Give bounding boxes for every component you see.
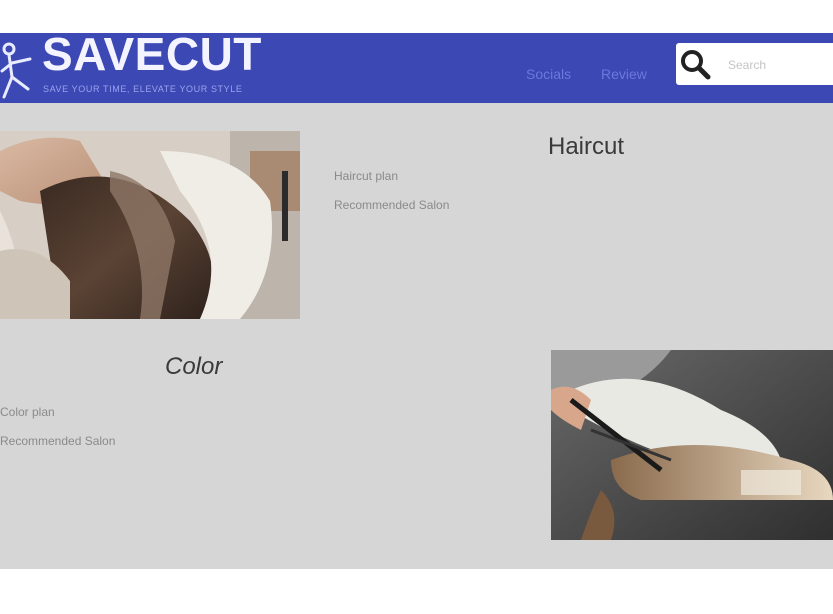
haircut-recommended-salon-link[interactable]: Recommended Salon (334, 198, 449, 212)
search-input[interactable] (726, 52, 830, 78)
haircut-title: Haircut (548, 133, 625, 160)
search-icon[interactable] (678, 47, 712, 81)
color-plan-link[interactable]: Color plan (0, 405, 55, 419)
page-content: SAVECUT SAVE YOUR TIME, ELEVATE YOUR STY… (0, 33, 833, 569)
color-title: Color (165, 353, 223, 380)
logo-title[interactable]: SAVECUT (42, 33, 262, 77)
nav-review-link[interactable]: Review (601, 66, 647, 82)
haircut-plan-link[interactable]: Haircut plan (334, 169, 398, 183)
site-header: SAVECUT SAVE YOUR TIME, ELEVATE YOUR STY… (0, 33, 833, 103)
logo-tagline: SAVE YOUR TIME, ELEVATE YOUR STYLE (43, 84, 243, 94)
hair-coloring-photo (551, 350, 833, 540)
nav-socials-link[interactable]: Socials (526, 66, 571, 82)
color-recommended-salon-link[interactable]: Recommended Salon (0, 434, 115, 448)
hair-wash-photo (0, 131, 300, 319)
scissors-figure-icon (0, 42, 32, 99)
